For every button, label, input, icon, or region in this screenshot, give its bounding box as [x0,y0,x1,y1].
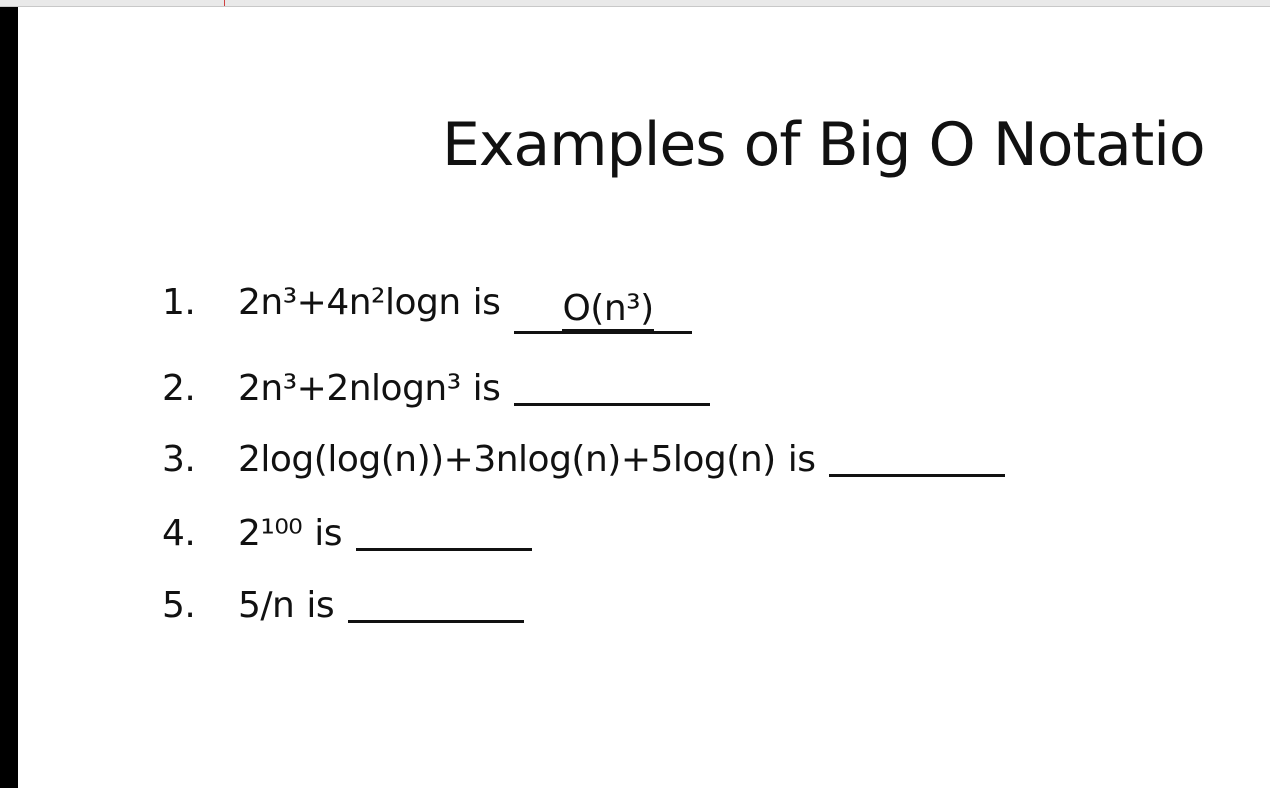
answer-text: O(n³) [562,288,654,331]
item-expression: 2n³+2nlogn³ [238,368,461,409]
item-is-label: is [472,368,501,409]
slide-canvas: Examples of Big O Notatio 1. 2n³+4n²logn… [18,7,1270,788]
item-number: 3. [162,439,196,480]
list-item: 2. 2n³+2nlogn³ is [162,357,711,409]
slide-title: Examples of Big O Notatio [442,110,1206,180]
left-edge-bar [0,7,18,788]
list-item: 4. 2¹⁰⁰ is [162,502,532,554]
answer-blank [348,580,525,623]
top-bar-marker [224,0,225,6]
list-item: 1. 2n³+4n²logn is O(n³) [162,282,692,334]
item-expression: 5/n [238,585,295,626]
item-is-label: is [314,513,342,554]
answer-blank [355,508,532,551]
item-number: 1. [162,282,196,323]
item-is-label: is [472,282,501,323]
answer-blank: O(n³) [514,288,692,334]
item-number: 5. [162,585,196,626]
item-number: 2. [162,368,196,409]
window-top-bar [0,0,1270,7]
answer-blank [514,363,711,406]
item-expression: 2n³+4n²logn [238,282,461,323]
list-item: 3. 2log(log(n))+3nlog(n)+5log(n) is [162,428,1006,480]
item-expression: 2log(log(n))+3nlog(n)+5log(n) [238,439,776,480]
item-is-label: is [306,585,335,626]
item-number: 4. [162,513,196,554]
item-is-label: is [787,439,816,480]
item-expression: 2¹⁰⁰ [238,513,303,554]
answer-blank [829,434,1006,477]
list-item: 5. 5/n is [162,574,525,626]
